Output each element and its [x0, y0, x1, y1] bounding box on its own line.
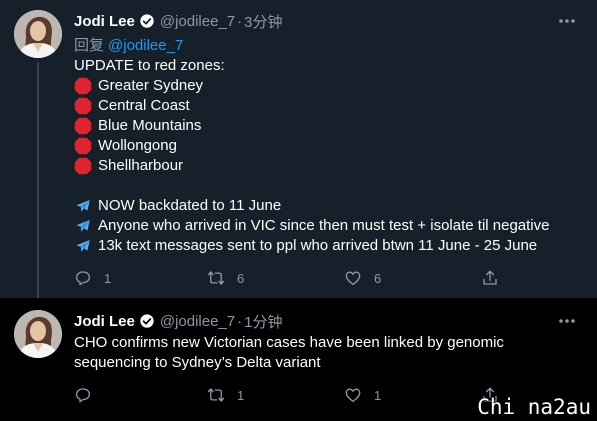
airplane-icon [74, 197, 92, 215]
handle[interactable]: @jodilee_7 [160, 13, 235, 30]
tweet-line: Anyone who arrived in VIC since then mus… [74, 216, 550, 236]
reply-icon [74, 269, 92, 287]
tweet-header: Jodi Lee @jodilee_7 · 3分钟 [74, 11, 282, 31]
tweet-line: UPDATE to red zones: [74, 56, 550, 76]
tweet-line: 13k text messages sent to ppl who arrive… [74, 236, 550, 256]
watermark-text: Chi na2au [477, 395, 591, 419]
avatar[interactable] [14, 310, 62, 358]
tweet-line: Shellharbour [74, 156, 550, 176]
retweet-count: 1 [237, 387, 245, 403]
verified-badge-icon [139, 313, 155, 329]
display-name[interactable]: Jodi Lee [74, 13, 135, 30]
tweet-line: Wollongong [74, 136, 550, 156]
line-text: Central Coast [98, 97, 190, 114]
tweet-text: UPDATE to red zones: Greater Sydney Cent… [74, 56, 550, 256]
stop-sign-icon [74, 97, 92, 115]
avatar[interactable] [14, 10, 62, 58]
reply-count: 1 [104, 270, 112, 286]
line-text: Shellharbour [98, 157, 184, 174]
thread-connector-line [37, 62, 39, 312]
tweet-1[interactable]: Jodi Lee @jodilee_7 · 3分钟 回复 @jodilee_7 U… [0, 0, 597, 312]
tweet-line: Greater Sydney [74, 76, 550, 96]
retweet-button[interactable]: 6 [207, 268, 244, 288]
like-button[interactable]: 1 [344, 385, 381, 405]
reply-handle-link[interactable]: @jodilee_7 [108, 37, 183, 54]
retweet-icon [207, 386, 225, 404]
separator-dot: · [237, 312, 243, 330]
timestamp[interactable]: 1分钟 [244, 311, 282, 332]
tweet-line: Central Coast [74, 96, 550, 116]
stop-sign-icon [74, 157, 92, 175]
line-text: CHO confirms new Victorian cases have be… [74, 334, 504, 351]
retweet-icon [207, 269, 225, 287]
share-button[interactable] [481, 268, 499, 288]
reply-button[interactable]: 1 [74, 268, 111, 288]
reply-prefix: 回复 [74, 37, 105, 54]
retweet-button[interactable]: 1 [207, 385, 244, 405]
reply-button[interactable] [74, 385, 104, 405]
stop-sign-icon [74, 77, 92, 95]
line-text: 13k text messages sent to ppl who arrive… [98, 237, 538, 254]
line-text: Anyone who arrived in VIC since then mus… [98, 217, 550, 234]
separator-dot: · [237, 12, 243, 30]
heart-icon [344, 269, 362, 287]
like-button[interactable]: 6 [344, 268, 381, 288]
tweet-line: sequencing to Sydney’s Delta variant [74, 353, 574, 373]
timestamp[interactable]: 3分钟 [244, 11, 282, 32]
reply-icon [74, 386, 92, 404]
line-text: NOW backdated to 11 June [98, 197, 282, 214]
stop-sign-icon [74, 117, 92, 135]
verified-badge-icon [139, 13, 155, 29]
airplane-icon [74, 217, 92, 235]
airplane-icon [74, 237, 92, 255]
like-count: 1 [374, 387, 382, 403]
tweet-line: Blue Mountains [74, 116, 550, 136]
tweet-actions: 1 6 6 [74, 268, 504, 288]
heart-icon [344, 386, 362, 404]
like-count: 6 [374, 270, 382, 286]
stop-sign-icon [74, 137, 92, 155]
line-text: UPDATE to red zones: [74, 57, 225, 74]
line-text: Blue Mountains [98, 117, 202, 134]
tweet-header: Jodi Lee @jodilee_7 · 1分钟 [74, 311, 282, 331]
tweet-actions: 1 1 [74, 385, 504, 405]
handle[interactable]: @jodilee_7 [160, 313, 235, 330]
tweet-line: CHO confirms new Victorian cases have be… [74, 333, 574, 353]
line-text: Wollongong [98, 137, 177, 154]
more-options-icon[interactable] [557, 14, 577, 28]
tweet-line: NOW backdated to 11 June [74, 196, 550, 216]
line-text: Greater Sydney [98, 77, 204, 94]
tweet-text: CHO confirms new Victorian cases have be… [74, 333, 574, 373]
line-text: sequencing to Sydney’s Delta variant [74, 354, 321, 371]
retweet-count: 6 [237, 270, 245, 286]
share-icon [481, 269, 499, 287]
reply-context: 回复 @jodilee_7 [74, 34, 183, 55]
display-name[interactable]: Jodi Lee [74, 313, 135, 330]
more-options-icon[interactable] [557, 314, 577, 328]
